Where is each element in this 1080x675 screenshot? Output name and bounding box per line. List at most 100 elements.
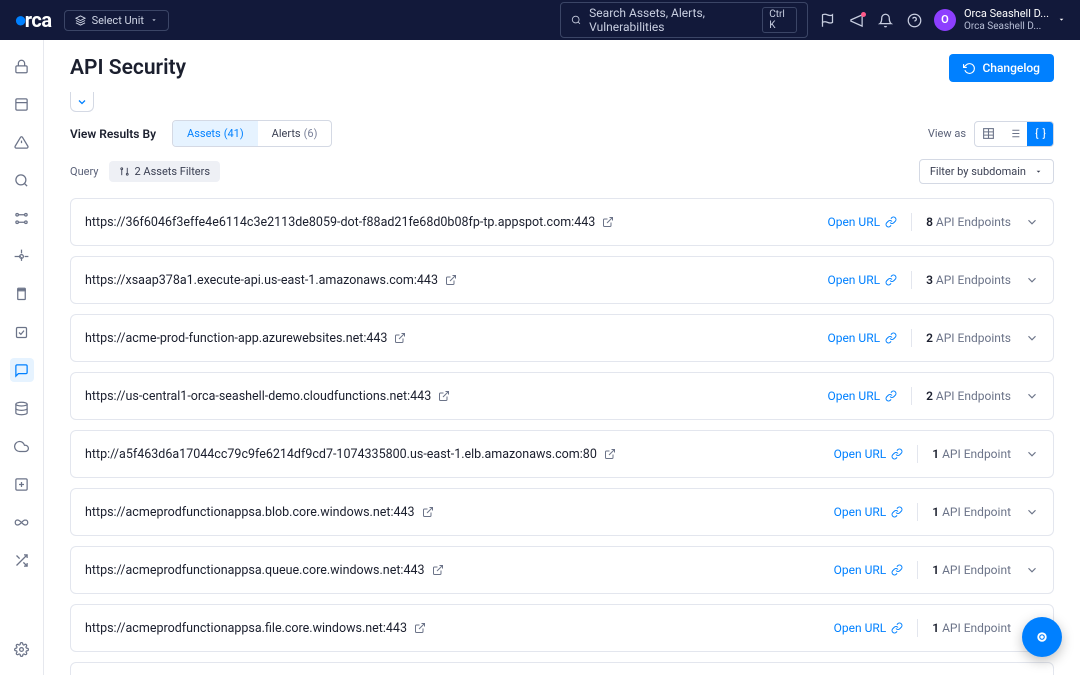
asset-row[interactable]: https://acmeprodfunctionappsa.dfs.core.w… xyxy=(70,662,1054,675)
asset-row[interactable]: https://acmeprodfunctionappsa.blob.core.… xyxy=(70,488,1054,536)
sidebar-item-shuffle[interactable] xyxy=(10,548,34,572)
bell-icon[interactable] xyxy=(878,13,893,28)
expand-row-button[interactable] xyxy=(1025,505,1039,519)
tab-alerts[interactable]: Alerts (6) xyxy=(258,121,332,146)
asset-url: https://acme-prod-function-app.azurewebs… xyxy=(85,331,406,346)
view-json-icon[interactable] xyxy=(1027,122,1053,146)
sidebar-item-add[interactable] xyxy=(10,472,34,496)
sidebar-item-checklist[interactable] xyxy=(10,320,34,344)
sidebar-item-search[interactable] xyxy=(10,168,34,192)
open-url-link[interactable]: Open URL xyxy=(827,215,897,229)
expand-row-button[interactable] xyxy=(1025,331,1039,345)
expand-row-button[interactable] xyxy=(1025,563,1039,577)
open-url-link[interactable]: Open URL xyxy=(834,447,904,461)
caret-down-icon xyxy=(150,16,158,24)
help-icon[interactable] xyxy=(907,13,922,28)
asset-row[interactable]: https://acme-prod-function-app.azurewebs… xyxy=(70,314,1054,362)
expand-row-button[interactable] xyxy=(1025,389,1039,403)
user-menu[interactable]: O Orca Seashell D... Orca Seashell D... xyxy=(934,8,1066,32)
view-results-label: View Results By xyxy=(70,127,156,141)
external-link-icon[interactable] xyxy=(445,274,457,286)
asset-row[interactable]: http://a5f463d6a17044cc79c9fe6214df9cd7-… xyxy=(70,430,1054,478)
chevron-down-icon xyxy=(1025,505,1039,519)
sidebar-item-infinity[interactable] xyxy=(10,510,34,534)
chevron-down-icon xyxy=(1025,563,1039,577)
view-icons xyxy=(974,121,1054,147)
link-icon xyxy=(891,622,903,634)
external-link-icon[interactable] xyxy=(432,564,444,576)
external-link-icon[interactable] xyxy=(414,622,426,634)
external-link-icon[interactable] xyxy=(602,216,614,228)
caret-down-icon xyxy=(1034,167,1043,176)
external-link-icon[interactable] xyxy=(422,506,434,518)
asset-row[interactable]: https://36f6046f3effe4e6114c3e2113de8059… xyxy=(70,198,1054,246)
asset-actions: Open URL 2 API Endpoints xyxy=(827,387,1039,405)
expand-row-button[interactable] xyxy=(1025,447,1039,461)
asset-row[interactable]: https://acmeprodfunctionappsa.queue.core… xyxy=(70,546,1054,594)
sidebar-item-graph[interactable] xyxy=(10,206,34,230)
filter-chip[interactable]: 2 Assets Filters xyxy=(109,161,221,182)
asset-row[interactable]: https://acmeprodfunctionappsa.file.core.… xyxy=(70,604,1054,652)
query-label: Query xyxy=(70,165,99,178)
sidebar-item-api-security[interactable] xyxy=(10,358,34,382)
tabs-row: View Results By Assets (41) Alerts (6) V… xyxy=(44,118,1080,159)
filter-subdomain-select[interactable]: Filter by subdomain xyxy=(919,159,1054,184)
search-placeholder: Search Assets, Alerts, Vulnerabilities xyxy=(589,6,754,34)
asset-list: https://36f6046f3effe4e6114c3e2113de8059… xyxy=(44,198,1080,675)
expand-row-button[interactable] xyxy=(1025,215,1039,229)
tab-assets[interactable]: Assets (41) xyxy=(173,121,258,146)
expand-row-button[interactable] xyxy=(1025,273,1039,287)
main-content: API Security Changelog View Results By A… xyxy=(44,40,1080,675)
global-search[interactable]: Search Assets, Alerts, Vulnerabilities C… xyxy=(560,2,808,38)
filter-icon xyxy=(119,166,130,177)
endpoint-count: 1 API Endpoint xyxy=(932,505,1011,519)
changelog-button[interactable]: Changelog xyxy=(949,54,1054,82)
open-url-link[interactable]: Open URL xyxy=(827,389,897,403)
chat-icon xyxy=(1033,628,1051,646)
link-icon xyxy=(885,274,897,286)
open-url-link[interactable]: Open URL xyxy=(827,273,897,287)
open-url-link[interactable]: Open URL xyxy=(834,621,904,635)
divider xyxy=(911,387,912,405)
view-as-label: View as xyxy=(928,127,966,140)
view-table-icon[interactable] xyxy=(975,122,1001,146)
asset-actions: Open URL 1 API Endpoint xyxy=(834,503,1039,521)
divider xyxy=(917,561,918,579)
sidebar-item-data[interactable] xyxy=(10,396,34,420)
announce-icon[interactable] xyxy=(849,13,864,28)
sidebar-item-inventory[interactable] xyxy=(10,92,34,116)
sidebar-item-cloud[interactable] xyxy=(10,434,34,458)
asset-row[interactable]: https://us-central1-orca-seashell-demo.c… xyxy=(70,372,1054,420)
external-link-icon[interactable] xyxy=(394,332,406,344)
open-url-link[interactable]: Open URL xyxy=(834,505,904,519)
brand-logo[interactable]: ●rca xyxy=(14,7,52,33)
user-info: Orca Seashell D... Orca Seashell D... xyxy=(964,8,1049,32)
open-url-link[interactable]: Open URL xyxy=(827,331,897,345)
link-icon xyxy=(885,390,897,402)
unit-select-button[interactable]: Select Unit xyxy=(64,10,169,31)
link-icon xyxy=(891,506,903,518)
asset-row[interactable]: https://xsaap378a1.execute-api.us-east-1… xyxy=(70,256,1054,304)
search-shortcut: Ctrl K xyxy=(762,7,797,33)
asset-url: https://acmeprodfunctionappsa.file.core.… xyxy=(85,621,426,636)
chevron-down-icon xyxy=(1025,331,1039,345)
link-icon xyxy=(885,332,897,344)
sidebar-item-shield[interactable] xyxy=(10,244,34,268)
external-link-icon[interactable] xyxy=(604,448,616,460)
asset-actions: Open URL 2 API Endpoints xyxy=(827,329,1039,347)
collapse-toggle[interactable] xyxy=(70,92,94,112)
divider xyxy=(911,213,912,231)
chat-button[interactable] xyxy=(1022,617,1062,657)
sidebar-item-settings[interactable] xyxy=(10,637,34,661)
sidebar-item-compliance[interactable] xyxy=(10,282,34,306)
top-nav: ●rca Select Unit Search Assets, Alerts, … xyxy=(0,0,1080,40)
asset-actions: Open URL 3 API Endpoints xyxy=(827,271,1039,289)
page-title: API Security xyxy=(70,56,186,80)
sidebar-item-secrets[interactable] xyxy=(10,54,34,78)
endpoint-count: 2 API Endpoints xyxy=(926,389,1011,403)
external-link-icon[interactable] xyxy=(438,390,450,402)
flag-icon[interactable] xyxy=(820,13,835,28)
open-url-link[interactable]: Open URL xyxy=(834,563,904,577)
sidebar-item-alerts[interactable] xyxy=(10,130,34,154)
view-list-icon[interactable] xyxy=(1001,122,1027,146)
